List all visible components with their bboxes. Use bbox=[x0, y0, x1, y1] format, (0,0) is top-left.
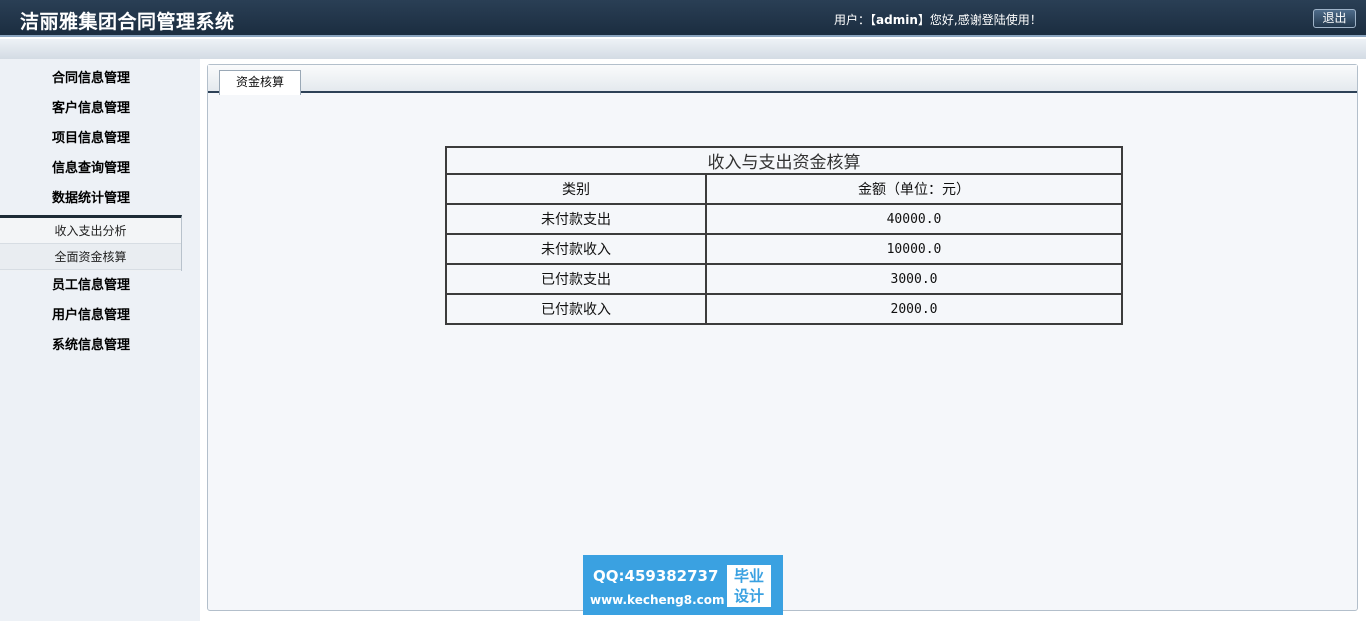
column-header-category: 类别 bbox=[445, 173, 707, 205]
sidebar-item-query[interactable]: 信息查询管理 bbox=[0, 154, 182, 184]
watermark-qq: QQ:459382737 bbox=[593, 567, 719, 585]
column-header-amount: 金额（单位：元） bbox=[705, 173, 1123, 205]
submenu-item-fund-accounting[interactable]: 全面资金核算 bbox=[0, 244, 181, 270]
sidebar: 合同信息管理 客户信息管理 项目信息管理 信息查询管理 数据统计管理 收入支出分… bbox=[0, 59, 200, 621]
statistics-submenu: 收入支出分析 全面资金核算 bbox=[0, 215, 182, 271]
tab-fund-accounting[interactable]: 资金核算 bbox=[219, 70, 301, 95]
user-greeting: 用户：【admin】您好,感谢登陆使用！ bbox=[834, 11, 1042, 28]
fund-accounting-table: 收入与支出资金核算 类别 金额（单位：元） 未付款支出 40000.0 未付款收… bbox=[445, 146, 1123, 325]
sidebar-item-statistics[interactable]: 数据统计管理 bbox=[0, 184, 182, 214]
watermark-banner: QQ:459382737 www.kecheng8.com 毕业 设计 bbox=[583, 555, 783, 615]
main-panel: 资金核算 收入与支出资金核算 类别 金额（单位：元） 未付款支出 40000.0… bbox=[207, 64, 1358, 611]
submenu-item-income-expense[interactable]: 收入支出分析 bbox=[0, 218, 181, 244]
watermark-badge: 毕业 设计 bbox=[727, 565, 771, 607]
sidebar-item-project[interactable]: 项目信息管理 bbox=[0, 124, 182, 154]
row-category: 已付款支出 bbox=[445, 263, 707, 295]
app-title: 洁丽雅集团合同管理系统 bbox=[20, 11, 235, 33]
watermark-badge-line1: 毕业 bbox=[733, 567, 764, 585]
watermark-badge-line2: 设计 bbox=[733, 587, 764, 605]
row-amount: 2000.0 bbox=[705, 293, 1123, 325]
row-amount: 3000.0 bbox=[705, 263, 1123, 295]
sidebar-item-customer[interactable]: 客户信息管理 bbox=[0, 94, 182, 124]
row-category: 已付款收入 bbox=[445, 293, 707, 325]
username: admin bbox=[876, 13, 918, 27]
top-header: 洁丽雅集团合同管理系统 用户：【admin】您好,感谢登陆使用！ 退出 bbox=[0, 0, 1366, 37]
table-row: 未付款收入 10000.0 bbox=[445, 233, 1123, 265]
table-caption: 收入与支出资金核算 bbox=[445, 146, 1123, 175]
row-amount: 10000.0 bbox=[705, 233, 1123, 265]
watermark-url: www.kecheng8.com bbox=[590, 593, 725, 607]
row-category: 未付款支出 bbox=[445, 203, 707, 235]
table-row: 已付款收入 2000.0 bbox=[445, 293, 1123, 325]
sidebar-item-user[interactable]: 用户信息管理 bbox=[0, 301, 182, 331]
header-subbar bbox=[0, 39, 1366, 59]
tab-bar: 资金核算 bbox=[208, 65, 1357, 95]
user-suffix: 】您好,感谢登陆使用！ bbox=[917, 13, 1042, 27]
logout-button[interactable]: 退出 bbox=[1313, 9, 1356, 28]
user-prefix: 用户：【 bbox=[834, 13, 877, 27]
table-row: 已付款支出 3000.0 bbox=[445, 263, 1123, 295]
table-row: 未付款支出 40000.0 bbox=[445, 203, 1123, 235]
sidebar-item-contract[interactable]: 合同信息管理 bbox=[0, 64, 182, 94]
sidebar-item-system[interactable]: 系统信息管理 bbox=[0, 331, 182, 361]
row-amount: 40000.0 bbox=[705, 203, 1123, 235]
sidebar-item-employee[interactable]: 员工信息管理 bbox=[0, 271, 182, 301]
row-category: 未付款收入 bbox=[445, 233, 707, 265]
